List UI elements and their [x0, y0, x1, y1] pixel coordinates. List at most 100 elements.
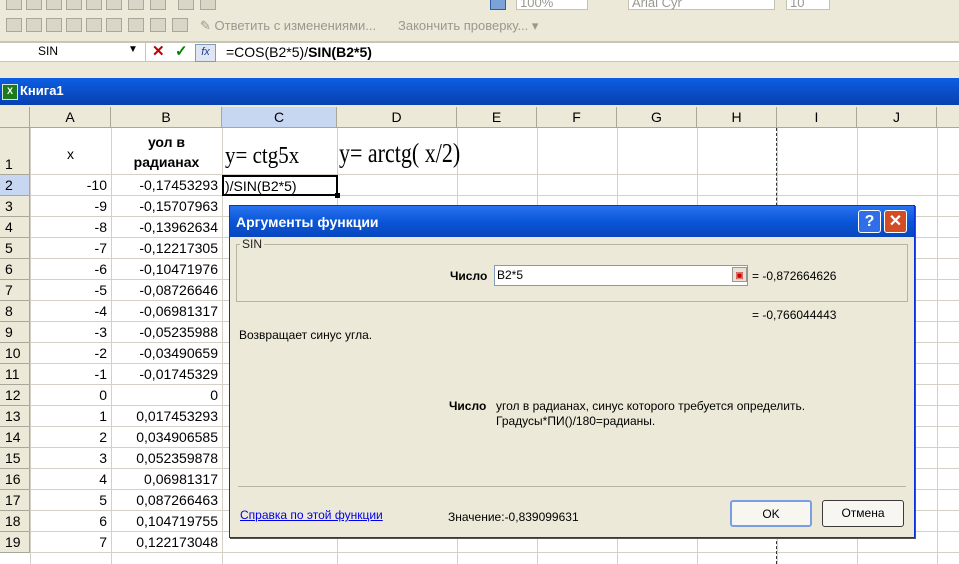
cell-radians-value[interactable]: -0,17453293: [111, 177, 218, 193]
cell-x-value[interactable]: -1: [30, 366, 107, 382]
row-header[interactable]: 5: [0, 238, 30, 259]
toolbar-icon[interactable]: [86, 18, 102, 32]
finish-review-button[interactable]: Закончить проверку... ▾: [398, 18, 538, 34]
cell-radians-value[interactable]: -0,12217305: [111, 240, 218, 256]
formula-input[interactable]: =COS(B2*5)/SIN(B2*5): [226, 44, 372, 60]
row-header[interactable]: 17: [0, 490, 30, 511]
column-header-g[interactable]: G: [617, 107, 697, 128]
ok-button[interactable]: OK: [730, 500, 812, 527]
toolbar-icon[interactable]: [106, 18, 122, 32]
cell-x-value[interactable]: -6: [30, 261, 107, 277]
name-box[interactable]: SIN ▼: [0, 43, 146, 61]
row-header[interactable]: 13: [0, 406, 30, 427]
toolbar-icon[interactable]: [6, 0, 22, 10]
cell-d1[interactable]: y= arctg( x/2): [339, 137, 460, 170]
cell-x-value[interactable]: -3: [30, 324, 107, 340]
reply-with-changes-button[interactable]: ✎ Ответить с изменениями...: [200, 18, 376, 34]
dialog-title-bar[interactable]: Аргументы функции ? ✕: [230, 206, 914, 237]
column-header-c[interactable]: C: [222, 107, 337, 128]
column-header-h[interactable]: H: [697, 107, 777, 128]
cell-radians-value[interactable]: -0,10471976: [111, 261, 218, 277]
row-header[interactable]: 16: [0, 469, 30, 490]
toolbar-icon[interactable]: [128, 18, 144, 32]
cell-x-value[interactable]: -9: [30, 198, 107, 214]
name-box-dropdown-icon[interactable]: ▼: [128, 44, 138, 55]
cell-radians-value[interactable]: -0,08726646: [111, 282, 218, 298]
cell-c1[interactable]: y= ctg5x: [225, 141, 299, 170]
toolbar-icon[interactable]: [128, 0, 144, 10]
confirm-entry-icon[interactable]: ✓: [175, 42, 188, 60]
row-header[interactable]: 9: [0, 322, 30, 343]
toolbar-icon[interactable]: [26, 0, 42, 10]
toolbar-icon[interactable]: [46, 18, 62, 32]
cell-x-value[interactable]: -8: [30, 219, 107, 235]
row-header[interactable]: 4: [0, 217, 30, 238]
cell-b1-line2[interactable]: радианах: [111, 154, 222, 170]
row-header[interactable]: 10: [0, 343, 30, 364]
cell-radians-value[interactable]: 0,122173048: [111, 534, 218, 550]
column-header-d[interactable]: D: [337, 107, 457, 128]
row-header[interactable]: 14: [0, 427, 30, 448]
cell-x-value[interactable]: 7: [30, 534, 107, 550]
cell-x-value[interactable]: 5: [30, 492, 107, 508]
toolbar-icon[interactable]: [66, 18, 82, 32]
column-header-j[interactable]: J: [857, 107, 937, 128]
select-all-corner[interactable]: [0, 107, 30, 128]
insert-function-icon[interactable]: fx: [195, 44, 216, 62]
cell-x-value[interactable]: -10: [30, 177, 107, 193]
row-header[interactable]: 7: [0, 280, 30, 301]
help-icon[interactable]: ?: [858, 210, 881, 233]
column-header-b[interactable]: B: [111, 107, 222, 128]
cell-radians-value[interactable]: 0,052359878: [111, 450, 218, 466]
cell-radians-value[interactable]: -0,05235988: [111, 324, 218, 340]
row-header[interactable]: 1: [0, 128, 30, 175]
cell-x-value[interactable]: 6: [30, 513, 107, 529]
column-header-f[interactable]: F: [537, 107, 617, 128]
collapse-dialog-icon[interactable]: ▣: [732, 267, 747, 282]
chart-wizard-icon[interactable]: [490, 0, 506, 10]
cell-radians-value[interactable]: 0: [111, 387, 218, 403]
cell-x-value[interactable]: 0: [30, 387, 107, 403]
row-header[interactable]: 12: [0, 385, 30, 406]
column-header-a[interactable]: A: [30, 107, 111, 128]
cell-radians-value[interactable]: 0,087266463: [111, 492, 218, 508]
cell-x-value[interactable]: -7: [30, 240, 107, 256]
toolbar-icon[interactable]: [26, 18, 42, 32]
cell-x-value[interactable]: -2: [30, 345, 107, 361]
cell-radians-value[interactable]: 0,017453293: [111, 408, 218, 424]
argument-input[interactable]: B2*5: [494, 265, 748, 286]
toolbar-icon[interactable]: [106, 0, 122, 10]
toolbar-icon[interactable]: [66, 0, 82, 10]
cell-radians-value[interactable]: -0,06981317: [111, 303, 218, 319]
font-size-box[interactable]: 10: [786, 0, 830, 10]
cell-radians-value[interactable]: 0,034906585: [111, 429, 218, 445]
row-header[interactable]: 3: [0, 196, 30, 217]
column-header-e[interactable]: E: [457, 107, 537, 128]
toolbar-icon[interactable]: [150, 18, 166, 32]
cell-radians-value[interactable]: -0,03490659: [111, 345, 218, 361]
row-header[interactable]: 8: [0, 301, 30, 322]
toolbar-icon[interactable]: [86, 0, 102, 10]
cell-radians-value[interactable]: 0,06981317: [111, 471, 218, 487]
cell-radians-value[interactable]: -0,15707963: [111, 198, 218, 214]
cancel-button[interactable]: Отмена: [822, 500, 904, 527]
zoom-box[interactable]: 100%: [516, 0, 588, 10]
cell-b1-line1[interactable]: уол в: [111, 134, 222, 150]
cell-a1[interactable]: x: [30, 146, 111, 162]
column-header-i[interactable]: I: [777, 107, 857, 128]
cell-x-value[interactable]: 4: [30, 471, 107, 487]
fill-handle[interactable]: [335, 193, 340, 198]
font-box[interactable]: Arial Cyr: [628, 0, 775, 10]
toolbar-icon[interactable]: [200, 0, 216, 10]
function-help-link[interactable]: Справка по этой функции: [240, 508, 383, 522]
cancel-entry-icon[interactable]: ✕: [152, 42, 165, 60]
cell-x-value[interactable]: -5: [30, 282, 107, 298]
toolbar-icon[interactable]: [178, 0, 194, 10]
cell-x-value[interactable]: -4: [30, 303, 107, 319]
row-header[interactable]: 18: [0, 511, 30, 532]
toolbar-icon[interactable]: [46, 0, 62, 10]
row-header[interactable]: 2: [0, 175, 30, 196]
toolbar-icon[interactable]: [172, 18, 188, 32]
toolbar-icon[interactable]: [6, 18, 22, 32]
cell-x-value[interactable]: 2: [30, 429, 107, 445]
